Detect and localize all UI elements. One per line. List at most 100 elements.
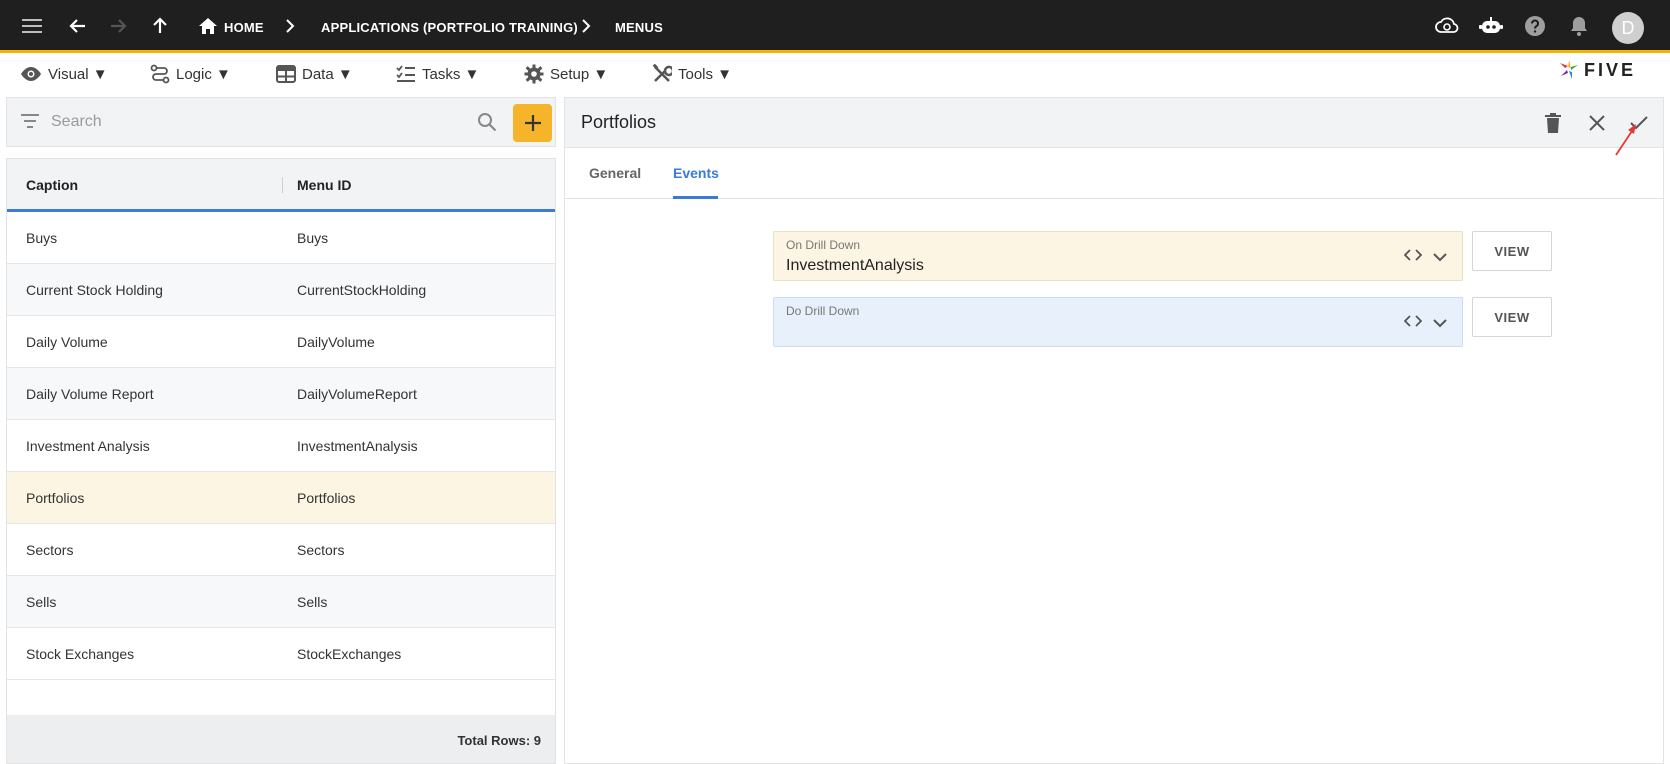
trash-icon xyxy=(1545,113,1561,133)
table-header: Caption Menu ID xyxy=(7,159,555,212)
cell-caption: Daily Volume Report xyxy=(26,386,154,402)
eye-icon xyxy=(21,67,41,81)
menu-logic[interactable]: Logic ▼ xyxy=(150,62,231,86)
five-logo-text: FIVE xyxy=(1584,59,1637,80)
breadcrumb-applications[interactable]: APPLICATIONS (PORTFOLIO TRAINING) xyxy=(321,20,578,35)
add-button[interactable] xyxy=(513,104,552,142)
checklist-icon xyxy=(396,65,415,82)
cloud-sync-icon[interactable] xyxy=(1435,14,1459,38)
table-row[interactable]: Daily Volume Report DailyVolumeReport xyxy=(7,368,555,420)
view-do-drill-down-button[interactable]: VIEW xyxy=(1472,297,1552,337)
user-avatar[interactable]: D xyxy=(1612,12,1644,44)
search-bar xyxy=(6,97,556,147)
table-row[interactable]: Investment Analysis InvestmentAnalysis xyxy=(7,420,555,472)
menu-visual[interactable]: Visual ▼ xyxy=(20,62,108,86)
column-divider[interactable] xyxy=(282,177,283,193)
five-logo: FIVE xyxy=(1558,57,1650,83)
cell-menu-id: Portfolios xyxy=(297,490,356,506)
column-header-caption[interactable]: Caption xyxy=(26,177,78,193)
chevron-right-icon xyxy=(574,14,598,38)
hamburger-menu-icon[interactable] xyxy=(20,14,44,38)
help-icon[interactable] xyxy=(1523,14,1547,38)
cell-menu-id: CurrentStockHolding xyxy=(297,282,427,298)
on-drill-down-field[interactable]: On Drill Down InvestmentAnalysis xyxy=(773,231,1463,281)
form-tabs: General Events xyxy=(565,149,1663,199)
table-row-selected[interactable]: Portfolios Portfolios xyxy=(7,472,555,524)
cell-menu-id: Sectors xyxy=(297,542,345,558)
chatbot-icon[interactable] xyxy=(1479,14,1503,38)
back-arrow-icon[interactable] xyxy=(66,14,90,38)
menu-form-pane: Portfolios General Events On Drill Down … xyxy=(564,97,1664,764)
app-bar: HOME APPLICATIONS (PORTFOLIO TRAINING) M… xyxy=(0,0,1670,53)
cell-caption: Portfolios xyxy=(26,490,85,506)
cell-menu-id: Sells xyxy=(297,594,328,610)
table-icon xyxy=(276,65,296,83)
menu-logic-label: Logic ▼ xyxy=(176,65,231,83)
tab-events[interactable]: Events xyxy=(673,165,719,181)
delete-button[interactable] xyxy=(1541,111,1565,135)
cell-caption: Sells xyxy=(26,594,57,610)
table-row[interactable]: Sells Sells xyxy=(7,576,555,628)
chevron-down-icon[interactable] xyxy=(1433,315,1447,333)
close-icon xyxy=(1589,115,1605,131)
cell-menu-id: StockExchanges xyxy=(297,646,402,662)
cell-caption: Buys xyxy=(26,230,58,246)
menu-tools-label: Tools ▼ xyxy=(678,65,733,83)
do-drill-down-label: Do Drill Down xyxy=(786,304,860,318)
menu-setup[interactable]: Setup ▼ xyxy=(524,62,608,86)
chevron-down-icon[interactable] xyxy=(1433,249,1447,267)
cell-caption: Current Stock Holding xyxy=(26,282,163,298)
chevron-right-icon xyxy=(278,14,302,38)
menu-tools[interactable]: Tools ▼ xyxy=(652,62,732,86)
search-input[interactable] xyxy=(51,108,471,136)
on-drill-down-value: InvestmentAnalysis xyxy=(786,257,924,274)
menu-data[interactable]: Data ▼ xyxy=(276,62,353,86)
forward-arrow-icon[interactable] xyxy=(106,14,130,38)
search-icon[interactable] xyxy=(477,112,497,137)
view-on-drill-down-button[interactable]: VIEW xyxy=(1472,231,1552,271)
cell-caption: Sectors xyxy=(26,542,74,558)
code-icon[interactable] xyxy=(1403,248,1423,266)
notifications-bell-icon[interactable] xyxy=(1567,14,1591,38)
menu-tasks[interactable]: Tasks ▼ xyxy=(396,62,479,86)
cell-menu-id: Buys xyxy=(297,230,329,246)
five-logo-icon xyxy=(1560,60,1578,79)
column-header-menu-id[interactable]: Menu ID xyxy=(297,177,351,193)
table-footer: Total Rows: 9 xyxy=(7,715,555,763)
code-icon[interactable] xyxy=(1403,314,1423,332)
filter-icon[interactable] xyxy=(21,114,39,133)
cell-caption: Investment Analysis xyxy=(26,438,150,454)
cancel-button[interactable] xyxy=(1585,111,1609,135)
on-drill-down-label: On Drill Down xyxy=(786,238,861,252)
breadcrumb-menus[interactable]: MENUS xyxy=(615,20,663,35)
gear-icon xyxy=(524,64,544,84)
logic-icon xyxy=(150,64,170,84)
table-row[interactable]: Stock Exchanges StockExchanges xyxy=(7,628,555,680)
menu-tasks-label: Tasks ▼ xyxy=(422,65,480,83)
annotation-arrow-icon xyxy=(1615,124,1636,156)
menu-list-pane: Caption Menu ID Buys Buys Current Stock … xyxy=(6,97,556,764)
cell-menu-id: InvestmentAnalysis xyxy=(297,438,418,454)
cell-menu-id: DailyVolumeReport xyxy=(297,386,417,402)
menu-setup-label: Setup ▼ xyxy=(550,65,609,83)
up-arrow-icon[interactable] xyxy=(148,14,172,38)
tools-icon xyxy=(652,64,672,82)
table-row[interactable]: Daily Volume DailyVolume xyxy=(7,316,555,368)
cell-caption: Stock Exchanges xyxy=(26,646,135,662)
cell-menu-id: DailyVolume xyxy=(297,334,375,350)
breadcrumb-home[interactable]: HOME xyxy=(224,20,264,35)
form-title: Portfolios xyxy=(581,112,657,132)
active-tab-indicator xyxy=(673,196,718,199)
menu-data-label: Data ▼ xyxy=(302,65,353,83)
table-row[interactable]: Sectors Sectors xyxy=(7,524,555,576)
total-rows-label: Total Rows: 9 xyxy=(457,733,541,748)
cell-caption: Daily Volume xyxy=(26,334,108,350)
table-row[interactable]: Buys Buys xyxy=(7,212,555,264)
table-row[interactable]: Current Stock Holding CurrentStockHoldin… xyxy=(7,264,555,316)
do-drill-down-field[interactable]: Do Drill Down xyxy=(773,297,1463,347)
form-header: Portfolios xyxy=(565,98,1663,148)
menus-table: Caption Menu ID Buys Buys Current Stock … xyxy=(6,158,556,764)
menu-bar: Visual ▼ Logic ▼ Data ▼ Tasks ▼ Setup ▼ … xyxy=(0,53,1670,93)
tab-general[interactable]: General xyxy=(589,165,641,181)
home-icon[interactable] xyxy=(196,14,220,38)
